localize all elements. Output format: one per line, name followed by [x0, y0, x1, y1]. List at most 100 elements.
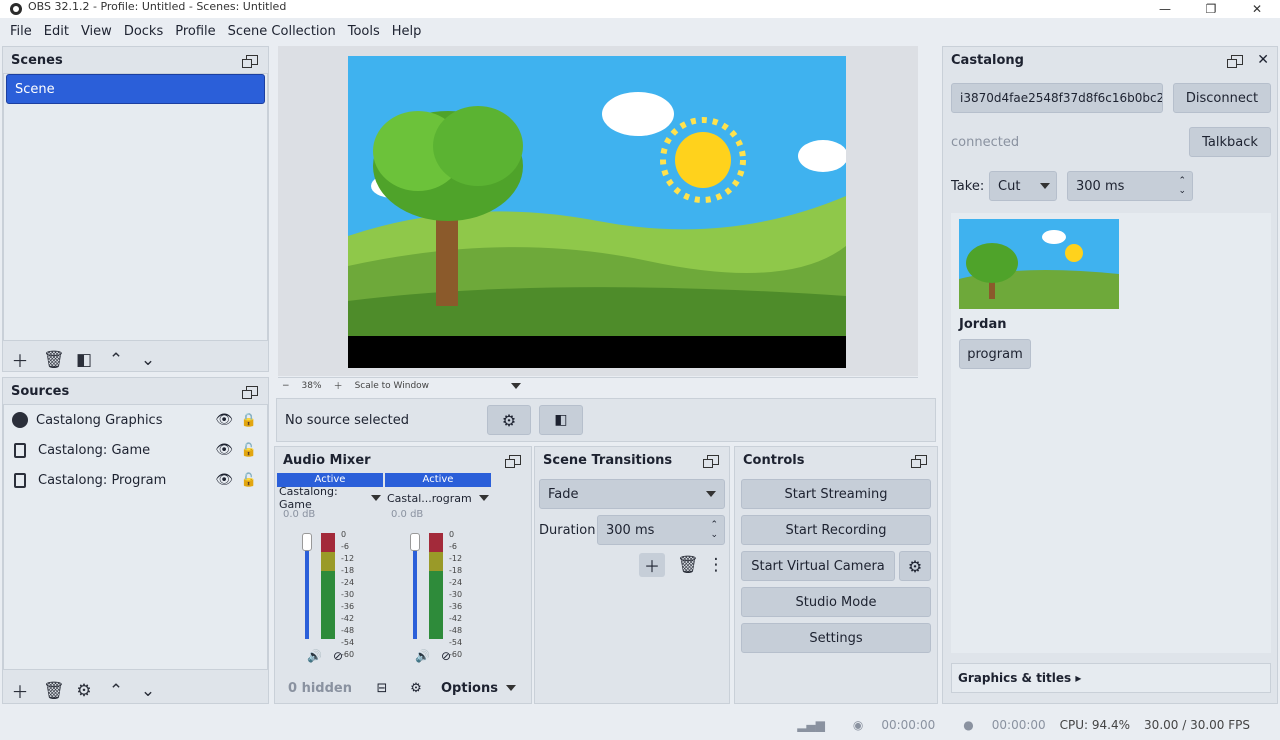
close-window-icon[interactable]: ✕ — [1234, 0, 1280, 18]
source-filters-button[interactable]: ◧ — [539, 405, 583, 435]
remove-transition-icon[interactable]: 🗑 — [677, 555, 699, 575]
program-button[interactable]: program — [959, 339, 1031, 369]
maximize-icon[interactable]: ❐ — [1188, 0, 1234, 18]
take-duration-spinbox[interactable]: 300 ms ⌃ ⌄ — [1067, 171, 1193, 201]
source-properties-icon[interactable]: ⚙ — [75, 681, 93, 701]
preview-area[interactable] — [278, 46, 918, 376]
scene-item[interactable]: Scene — [6, 74, 265, 104]
menu-tools[interactable]: Tools — [342, 24, 386, 39]
settings-button[interactable]: Settings — [741, 623, 931, 653]
chevron-down-icon — [706, 491, 716, 497]
advanced-audio-icon[interactable]: ⚙ — [399, 681, 433, 696]
source-item[interactable]: Castalong Graphics 👁 🔒 — [4, 405, 267, 435]
source-list: Castalong Graphics 👁 🔒 Castalong: Game 👁… — [3, 404, 268, 670]
chevron-down-icon — [479, 495, 489, 501]
menu-file[interactable]: File — [4, 24, 38, 39]
move-up-icon[interactable]: ⌃ — [107, 350, 125, 370]
visibility-eye-icon[interactable]: 👁 — [215, 472, 233, 488]
source-label: Castalong: Game — [38, 442, 151, 458]
add-transition-button[interactable]: ＋ — [639, 553, 665, 577]
spin-arrows-icon[interactable]: ⌃ ⌄ — [1178, 176, 1186, 196]
menu-view[interactable]: View — [75, 24, 118, 39]
menu-bar: File Edit View Docks Profile Scene Colle… — [0, 18, 1280, 44]
remove-scene-icon[interactable]: 🗑 — [43, 350, 65, 370]
channel-db: 0.0 dB — [391, 509, 424, 520]
gear-icon: ⚙ — [501, 410, 517, 430]
start-virtual-camera-button[interactable]: Start Virtual Camera — [741, 551, 895, 581]
controls-title: Controls — [743, 452, 805, 468]
controls-dock: Controls Start Streaming Start Recording… — [734, 446, 938, 704]
add-source-icon[interactable]: ＋ — [11, 678, 29, 703]
meter-scale: 0 -6 -12 -18 -24 -30 -36 -42 -48 -54 -60 — [449, 530, 463, 659]
menu-edit[interactable]: Edit — [38, 24, 75, 39]
visibility-eye-icon[interactable]: 👁 — [215, 412, 233, 428]
talkback-button[interactable]: Talkback — [1189, 127, 1271, 157]
undock-icon[interactable] — [911, 455, 927, 468]
volume-slider-handle[interactable] — [410, 533, 420, 551]
studio-mode-button[interactable]: Studio Mode — [741, 587, 931, 617]
menu-profile[interactable]: Profile — [169, 24, 221, 39]
start-recording-button[interactable]: Start Recording — [741, 515, 931, 545]
graphics-titles-bar[interactable]: Graphics & titles ▸ — [951, 663, 1271, 693]
undock-icon[interactable] — [1227, 55, 1244, 68]
unlock-icon[interactable]: 🔓 — [241, 443, 257, 458]
scene-list: Scene — [3, 73, 268, 341]
source-item[interactable]: Castalong: Program 👁 🔓 — [4, 465, 267, 495]
chevron-down-icon — [371, 495, 381, 501]
chevron-down-icon[interactable] — [511, 382, 522, 389]
monitor-off-icon[interactable]: ⊘ — [333, 649, 343, 663]
close-dock-icon[interactable]: ✕ — [1257, 52, 1269, 68]
broadcast-icon: ◉ — [852, 718, 864, 732]
file-source-icon — [14, 442, 26, 458]
source-label: Castalong Graphics — [36, 412, 163, 428]
transition-select[interactable]: Fade — [539, 479, 725, 509]
scene-filters-icon[interactable]: ◧ — [75, 350, 93, 370]
zoom-level: 38% — [301, 380, 322, 391]
castalong-key-field[interactable]: i3870d4fae2548f37d8f6c16b0bc2 — [951, 83, 1163, 113]
remove-source-icon[interactable]: 🗑 — [43, 681, 65, 701]
menu-scene-collection[interactable]: Scene Collection — [222, 24, 342, 39]
mixer-options-button[interactable]: Options — [441, 681, 516, 696]
scale-mode-select[interactable]: Scale to Window — [355, 381, 429, 391]
channel-name-select[interactable]: Castal...rogram — [385, 487, 491, 509]
spin-arrows-icon[interactable]: ⌃ ⌄ — [710, 520, 718, 540]
audio-mixer-title: Audio Mixer — [283, 452, 371, 468]
zoom-in-icon[interactable]: ＋ — [334, 379, 343, 392]
move-down-icon[interactable]: ⌄ — [139, 681, 157, 701]
mute-speaker-icon[interactable]: 🔊 — [307, 649, 322, 663]
duration-label: Duration — [539, 523, 596, 538]
duration-spinbox[interactable]: 300 ms ⌃ ⌄ — [597, 515, 725, 545]
undock-icon[interactable] — [505, 455, 521, 468]
lock-icon[interactable]: 🔒 — [241, 413, 257, 428]
zoom-out-icon[interactable]: − — [282, 381, 290, 391]
monitor-off-icon[interactable]: ⊘ — [441, 649, 451, 663]
mute-speaker-icon[interactable]: 🔊 — [415, 649, 430, 663]
undock-icon[interactable] — [242, 386, 258, 399]
move-up-icon[interactable]: ⌃ — [107, 681, 125, 701]
take-mode-select[interactable]: Cut — [989, 171, 1057, 201]
take-duration-value: 300 ms — [1076, 178, 1125, 194]
virtual-camera-settings-button[interactable]: ⚙ — [899, 551, 931, 581]
source-thumbnail[interactable] — [959, 219, 1119, 309]
start-streaming-button[interactable]: Start Streaming — [741, 479, 931, 509]
move-down-icon[interactable]: ⌄ — [139, 350, 157, 370]
source-properties-button[interactable]: ⚙ — [487, 405, 531, 435]
browser-source-icon — [12, 412, 28, 428]
castalong-title: Castalong — [951, 52, 1024, 68]
disconnect-button[interactable]: Disconnect — [1173, 83, 1271, 113]
unlock-icon[interactable]: 🔓 — [241, 473, 257, 488]
undock-icon[interactable] — [242, 55, 258, 68]
sources-title: Sources — [11, 383, 70, 399]
add-scene-icon[interactable]: ＋ — [11, 347, 29, 372]
layout-toggle-icon[interactable]: ⊟ — [365, 681, 399, 696]
channel-name-select[interactable]: Castalong: Game — [277, 485, 383, 511]
more-options-icon[interactable]: ⋮ — [707, 555, 725, 575]
visibility-eye-icon[interactable]: 👁 — [215, 442, 233, 458]
menu-docks[interactable]: Docks — [118, 24, 169, 39]
minimize-icon[interactable]: — — [1142, 0, 1188, 18]
menu-help[interactable]: Help — [386, 24, 428, 39]
source-item[interactable]: Castalong: Game 👁 🔓 — [4, 435, 267, 465]
volume-slider-handle[interactable] — [302, 533, 312, 551]
undock-icon[interactable] — [703, 455, 719, 468]
status-bar: ▂▄▆ ◉ 00:00:00 ● 00:00:00 CPU: 94.4% 30.00… — [0, 710, 1280, 740]
